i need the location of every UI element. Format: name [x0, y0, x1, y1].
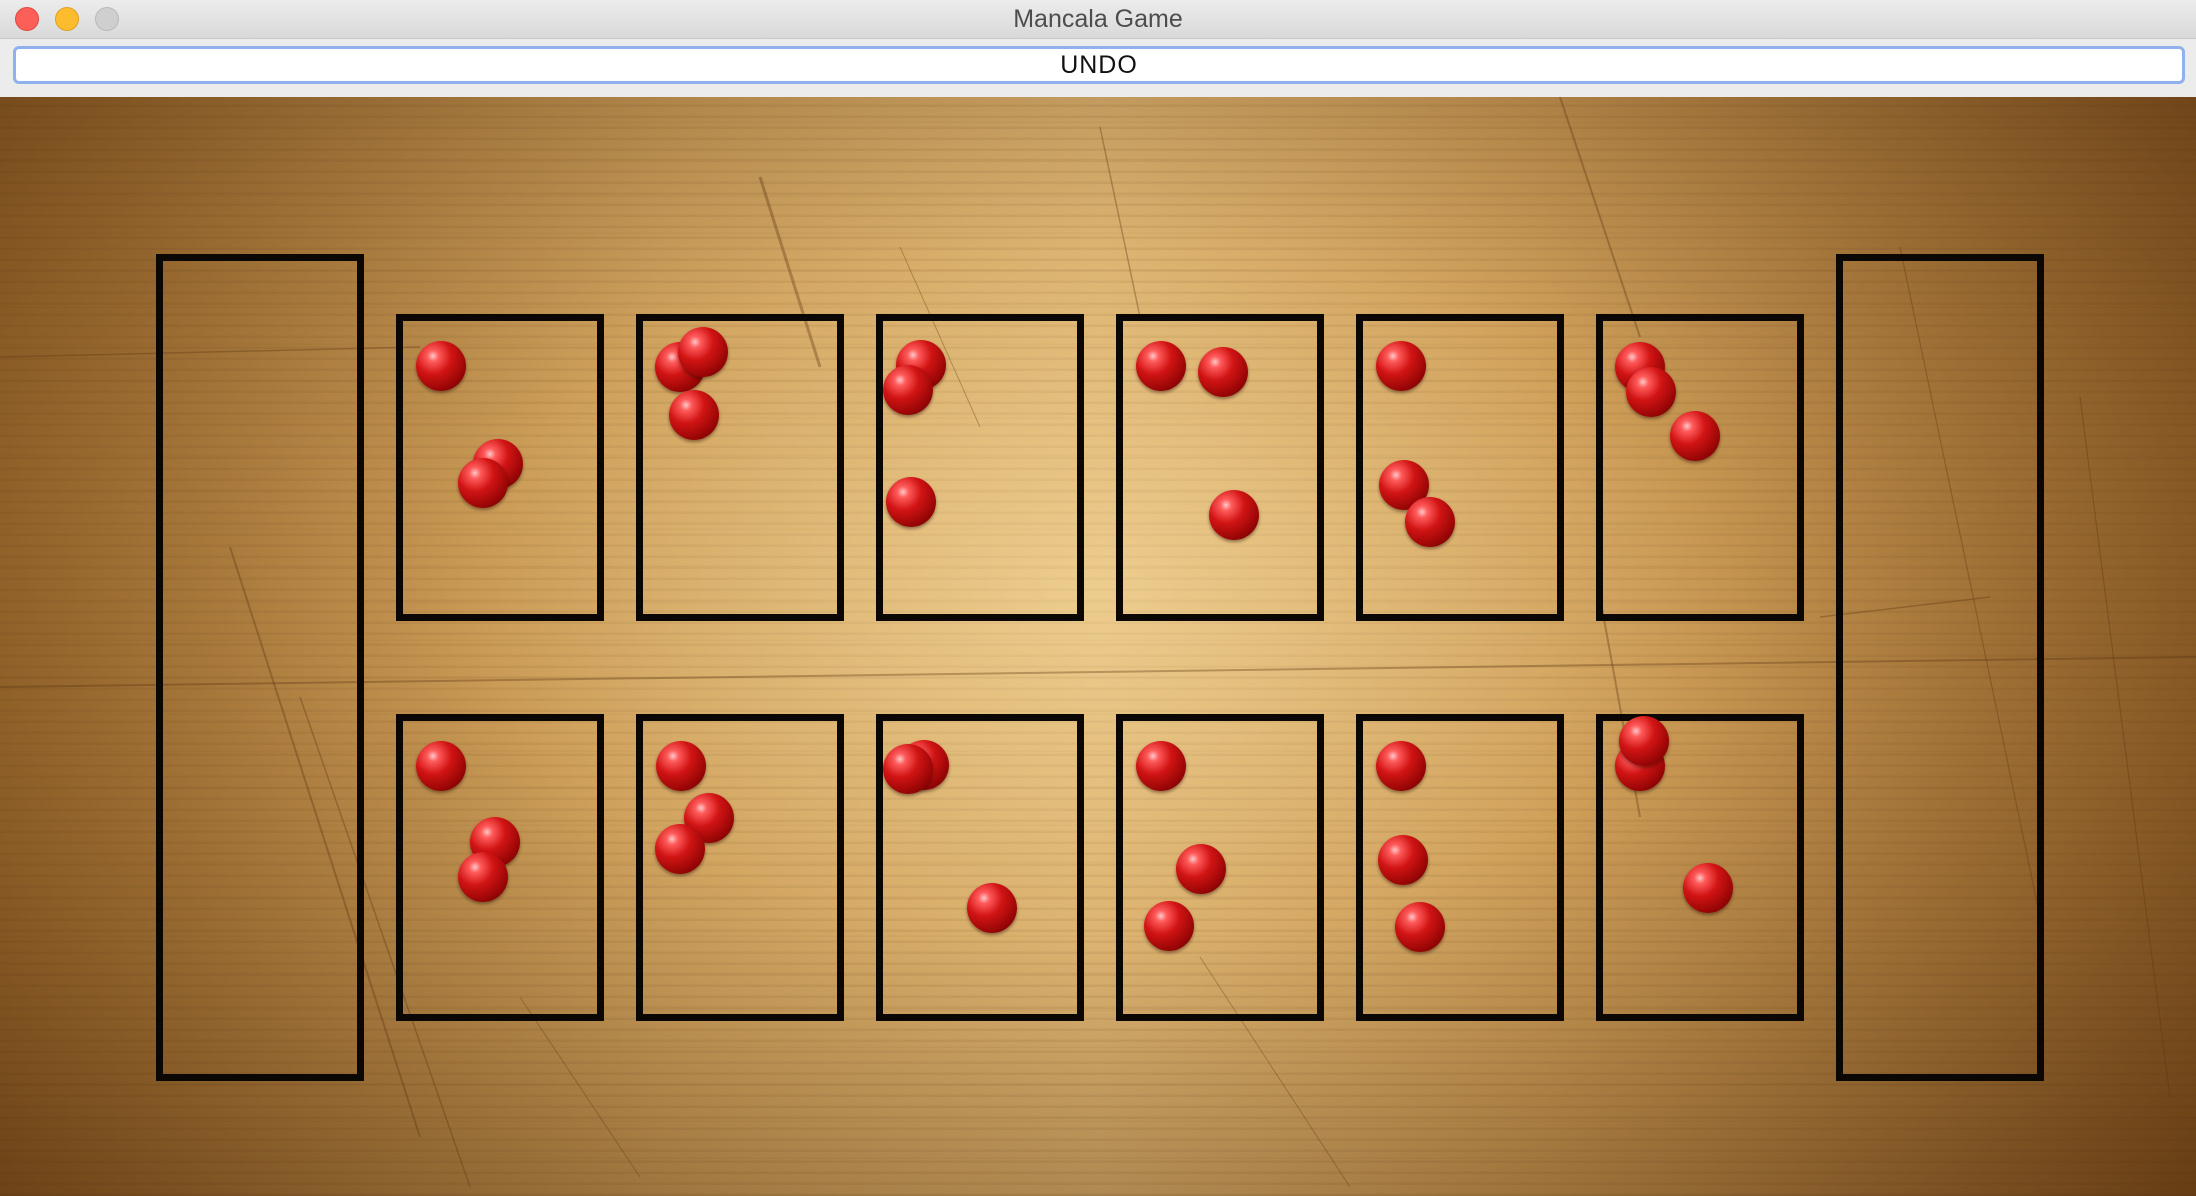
stone: [458, 852, 508, 902]
stone: [656, 741, 706, 791]
stone: [883, 744, 933, 794]
stone: [458, 458, 508, 508]
stone: [678, 327, 728, 377]
stone: [1176, 844, 1226, 894]
stone: [1376, 341, 1426, 391]
stone: [1395, 902, 1445, 952]
stone: [1683, 863, 1733, 913]
stone: [1670, 411, 1720, 461]
stone: [1405, 497, 1455, 547]
title-bar: Mancala Game: [0, 0, 2196, 39]
stone: [1619, 716, 1669, 766]
stone: [416, 741, 466, 791]
stone: [1136, 341, 1186, 391]
stone: [1136, 741, 1186, 791]
stone: [1198, 347, 1248, 397]
stone: [886, 477, 936, 527]
stone: [669, 390, 719, 440]
stone: [967, 883, 1017, 933]
toolbar: UNDO: [0, 39, 2196, 97]
stone: [883, 365, 933, 415]
stone: [655, 824, 705, 874]
stone: [1376, 741, 1426, 791]
stone: [1626, 367, 1676, 417]
window-title: Mancala Game: [1013, 5, 1183, 33]
stone: [416, 341, 466, 391]
mancala-board: [0, 97, 2196, 1196]
undo-button[interactable]: UNDO: [13, 46, 2185, 84]
mancala-window: Mancala Game UNDO: [0, 0, 2196, 1196]
store-left: [156, 254, 364, 1081]
stone: [1144, 901, 1194, 951]
store-right: [1836, 254, 2044, 1081]
stone: [1378, 835, 1428, 885]
stone: [1209, 490, 1259, 540]
